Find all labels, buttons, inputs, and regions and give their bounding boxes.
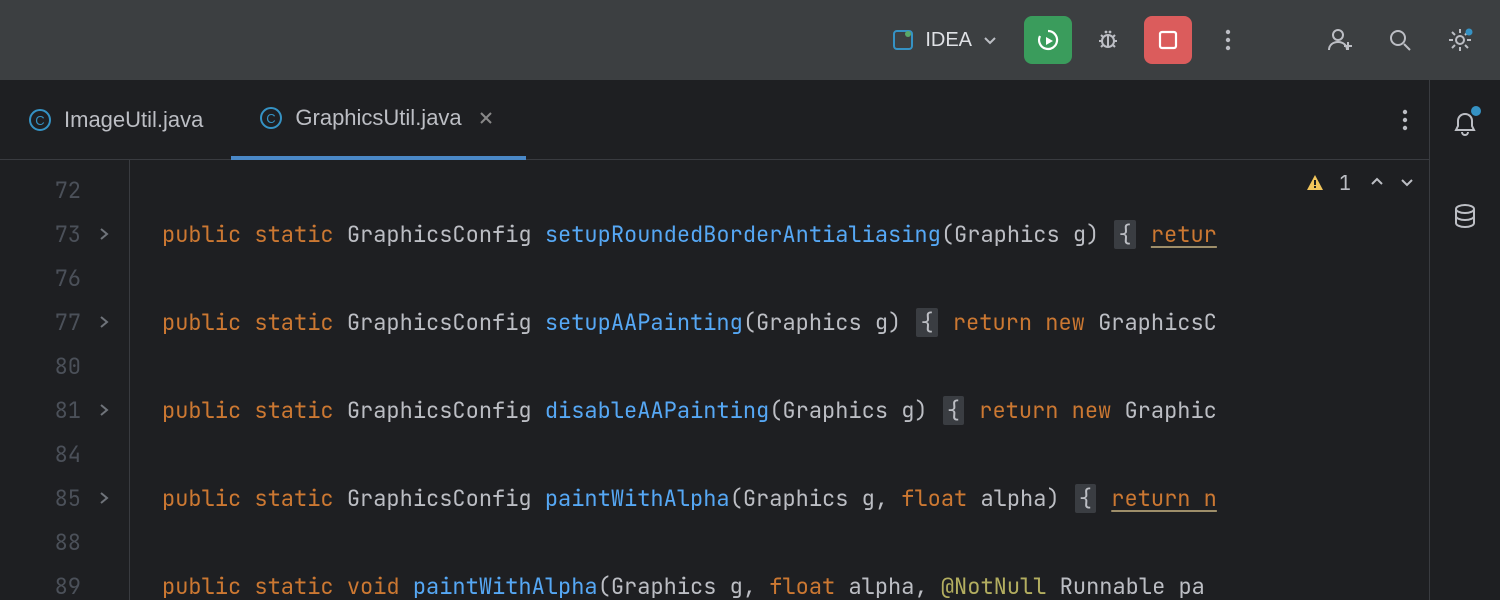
chevron-right-icon [97,491,111,505]
run-configuration-selector[interactable]: IDEA [877,22,1012,58]
gutter-line: 72 [0,168,129,212]
java-class-icon: C [259,106,283,130]
code-line[interactable] [162,344,1429,388]
tab-close-button[interactable] [474,106,498,130]
chevron-right-icon [97,315,111,329]
tab-more-button[interactable] [1381,80,1429,159]
editor-tabbar: C ImageUtil.java C GraphicsUtil.java [0,80,1429,160]
problems-widget[interactable]: 1 [1305,170,1415,196]
gutter-line: 80 [0,344,129,388]
chevron-right-icon [97,403,111,417]
code-line[interactable]: public static GraphicsConfig setupAAPain… [162,300,1429,344]
settings-button[interactable] [1436,16,1484,64]
stop-button[interactable] [1144,16,1192,64]
search-everywhere-button[interactable] [1376,16,1424,64]
chevron-up-icon [1369,174,1385,190]
database-icon [1451,202,1479,230]
kebab-icon [1402,108,1408,132]
line-number: 73 [55,220,81,249]
titlebar: IDEA [0,0,1500,80]
warning-icon [1305,173,1325,193]
line-number: 89 [55,572,81,600]
line-number: 72 [55,176,81,205]
chevron-down-icon [982,32,998,48]
chevron-down-icon [1399,174,1415,190]
stop-icon [1157,29,1179,51]
gutter-line: 81 [0,388,129,432]
code-line[interactable]: public static GraphicsConfig setupRounde… [162,212,1429,256]
code-editor[interactable]: 72 73 76 77 80 81 84 85 88 89 1 public static Gra… [0,160,1429,600]
gutter-line: 89 [0,564,129,600]
gutter-line: 76 [0,256,129,300]
code-line[interactable] [162,432,1429,476]
gutter-line: 77 [0,300,129,344]
warning-count: 1 [1339,170,1351,196]
person-add-icon [1326,26,1354,54]
code-line[interactable] [162,256,1429,300]
code-line[interactable]: public static void paintWithAlpha(Graphi… [162,564,1429,600]
line-number: 76 [55,264,81,293]
code-line[interactable]: public static GraphicsConfig disableAAPa… [162,388,1429,432]
bug-icon [1095,27,1121,53]
chevron-right-icon [97,227,111,241]
fold-toggle[interactable] [95,489,113,507]
fold-toggle[interactable] [95,225,113,243]
line-number: 80 [55,352,81,381]
run-config-label: IDEA [925,29,972,52]
line-number: 77 [55,308,81,337]
notifications-button[interactable] [1445,104,1485,144]
run-restart-icon [1035,27,1061,53]
line-number: 81 [55,396,81,425]
tab-imageutil[interactable]: C ImageUtil.java [0,80,231,159]
main-area: C ImageUtil.java C GraphicsUtil.java 727… [0,80,1500,600]
tab-label: GraphicsUtil.java [295,105,461,131]
gutter-line: 73 [0,212,129,256]
fold-toggle[interactable] [95,401,113,419]
run-button[interactable] [1024,16,1072,64]
right-tool-rail [1430,80,1500,600]
gutter-line: 85 [0,476,129,520]
code-line[interactable]: public static GraphicsConfig paintWithAl… [162,476,1429,520]
debug-button[interactable] [1084,16,1132,64]
gutter-line: 84 [0,432,129,476]
java-class-icon: C [28,108,52,132]
code-viewport[interactable]: 1 public static GraphicsConfig setupRoun… [130,160,1429,600]
notification-dot [1471,106,1481,116]
tab-graphicsutil[interactable]: C GraphicsUtil.java [231,80,525,160]
editor-area: C ImageUtil.java C GraphicsUtil.java 727… [0,80,1430,600]
code-line[interactable] [162,168,1429,212]
line-number: 85 [55,484,81,513]
svg-text:C: C [35,113,44,128]
more-actions-button[interactable] [1204,16,1252,64]
gutter: 72 73 76 77 80 81 84 85 88 89 [0,160,130,600]
database-tool-button[interactable] [1445,196,1485,236]
line-number: 88 [55,528,81,557]
line-number: 84 [55,440,81,469]
kebab-icon [1225,28,1231,52]
prev-problem-button[interactable] [1369,170,1385,196]
app-icon [891,28,915,52]
fold-toggle[interactable] [95,313,113,331]
svg-text:C: C [267,111,276,126]
close-icon [479,111,493,125]
code-line[interactable] [162,520,1429,564]
code-with-me-button[interactable] [1316,16,1364,64]
gear-icon [1446,26,1474,54]
search-icon [1387,27,1413,53]
next-problem-button[interactable] [1399,170,1415,196]
tab-label: ImageUtil.java [64,107,203,133]
gutter-line: 88 [0,520,129,564]
